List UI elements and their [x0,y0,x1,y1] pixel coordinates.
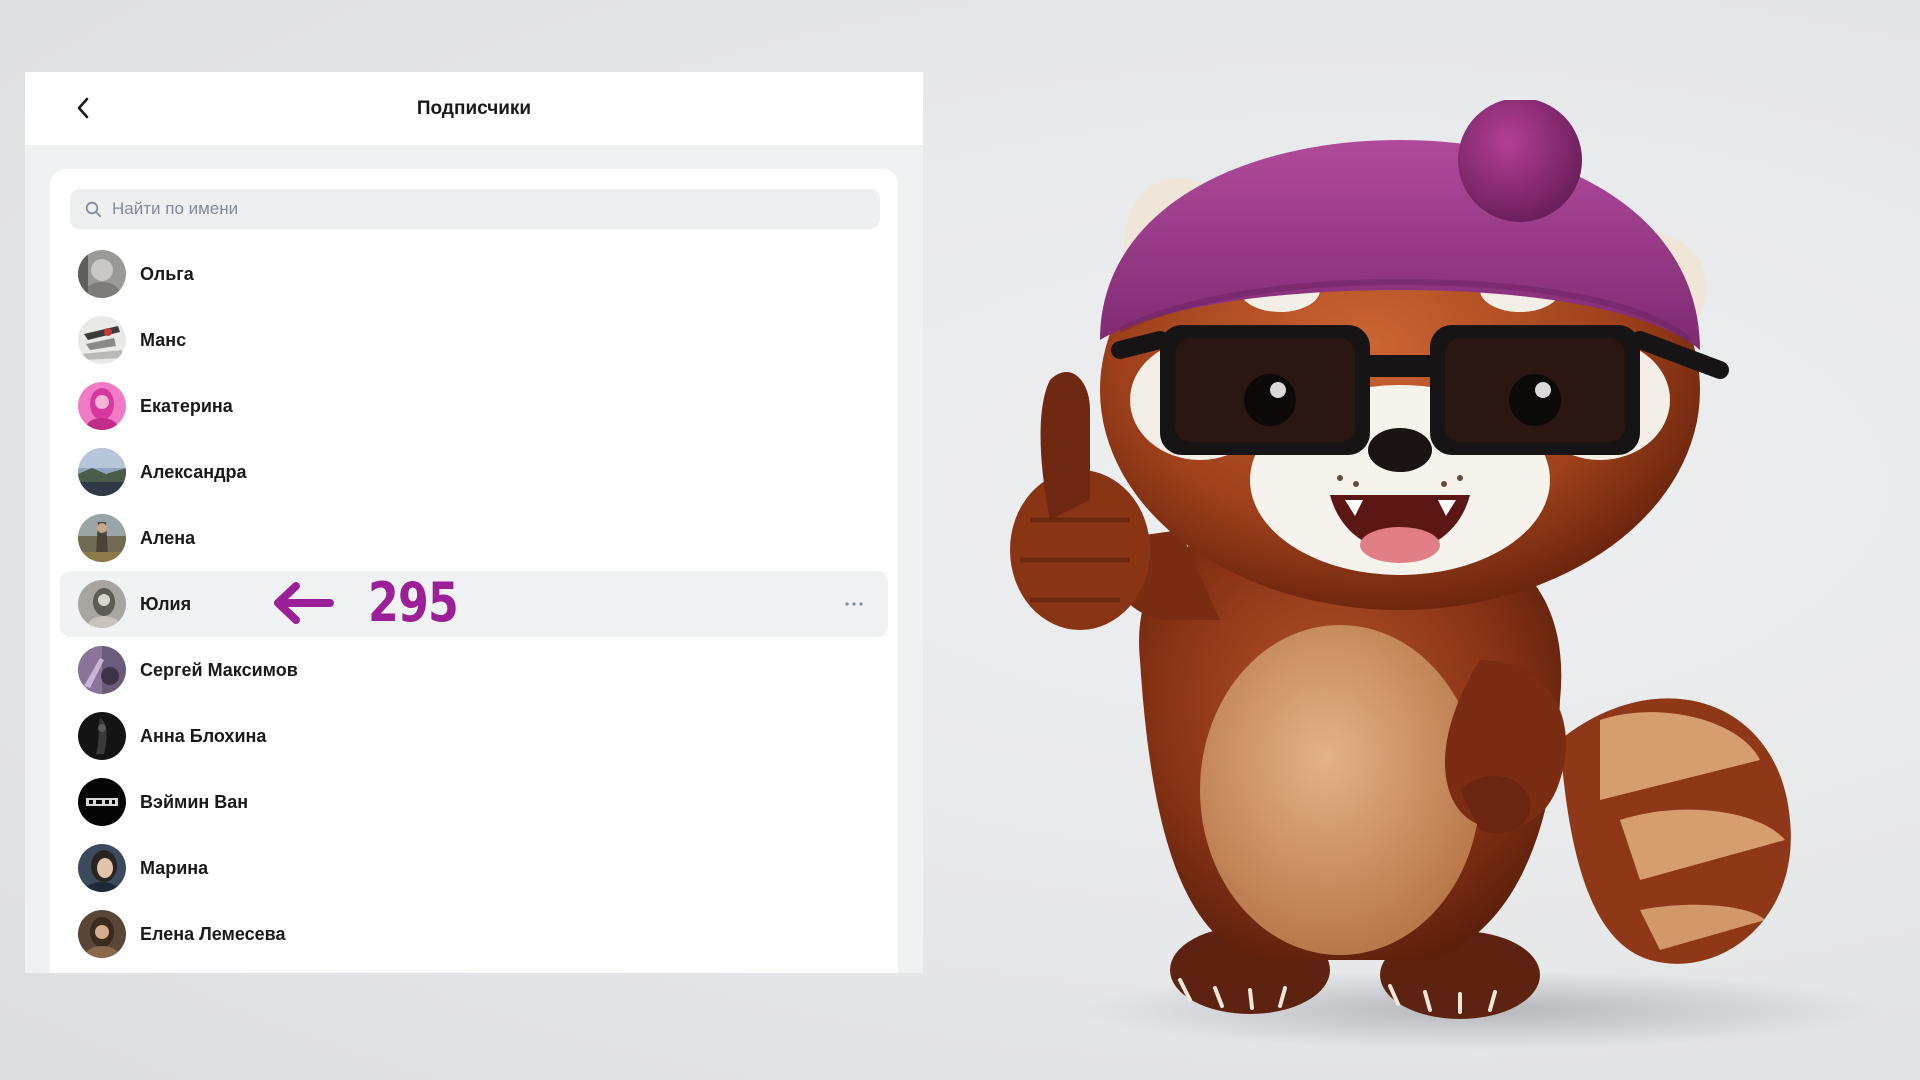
search-box[interactable] [70,188,880,230]
search-input[interactable] [110,188,880,230]
list-item[interactable]: Манс [50,307,898,373]
user-name: Алена [140,527,196,548]
search-icon [84,200,102,218]
user-name: Екатерина [140,395,233,416]
red-panda-mascot [1010,100,1880,1050]
list-item[interactable]: Анна Блохина [50,703,898,769]
list-item[interactable]: Марина [50,835,898,901]
avatar [78,910,126,958]
avatar [78,514,126,562]
list-item[interactable]: Екатерина [50,373,898,439]
list-item[interactable]: Ольга [50,241,898,307]
more-horizontal-icon [845,602,863,606]
avatar [78,580,126,628]
arrow-left-icon [274,582,334,624]
list-item[interactable]: Елена Лемесева [50,901,898,967]
subscriber-count-annotation: 295 [368,571,459,634]
list-item[interactable]: Алена [50,505,898,571]
user-name: Манс [140,329,187,350]
avatar [78,316,126,364]
subscribers-card: Ольга Манс [50,169,898,973]
subscriber-list: Ольга Манс Екатерина Александра Алена Юл… [50,241,898,967]
user-name: Сергей Максимов [140,659,298,680]
list-item[interactable]: Вэймин Ван [50,769,898,835]
avatar [78,382,126,430]
list-item[interactable]: Александра [50,439,898,505]
user-name: Александра [140,461,247,482]
list-item[interactable]: Сергей Максимов [50,637,898,703]
avatar [78,778,126,826]
list-item[interactable]: Юлия [50,571,898,637]
avatar [78,646,126,694]
user-name: Елена Лемесева [140,923,286,944]
subscribers-panel: Подписчики Найти по имени Ольга Манс Ека… [25,72,923,973]
user-name: Юлия [140,593,192,614]
panel-header: Подписчики [25,72,923,145]
avatar [78,448,126,496]
user-name: Ольга [140,263,194,284]
page-title: Подписчики [416,98,532,119]
avatar [78,712,126,760]
user-name: Вэймин Ван [140,791,249,812]
user-name: Марина [140,857,209,878]
avatar [78,250,126,298]
avatar [78,844,126,892]
more-options-button[interactable] [840,590,868,618]
user-name: Анна Блохина [140,725,267,746]
